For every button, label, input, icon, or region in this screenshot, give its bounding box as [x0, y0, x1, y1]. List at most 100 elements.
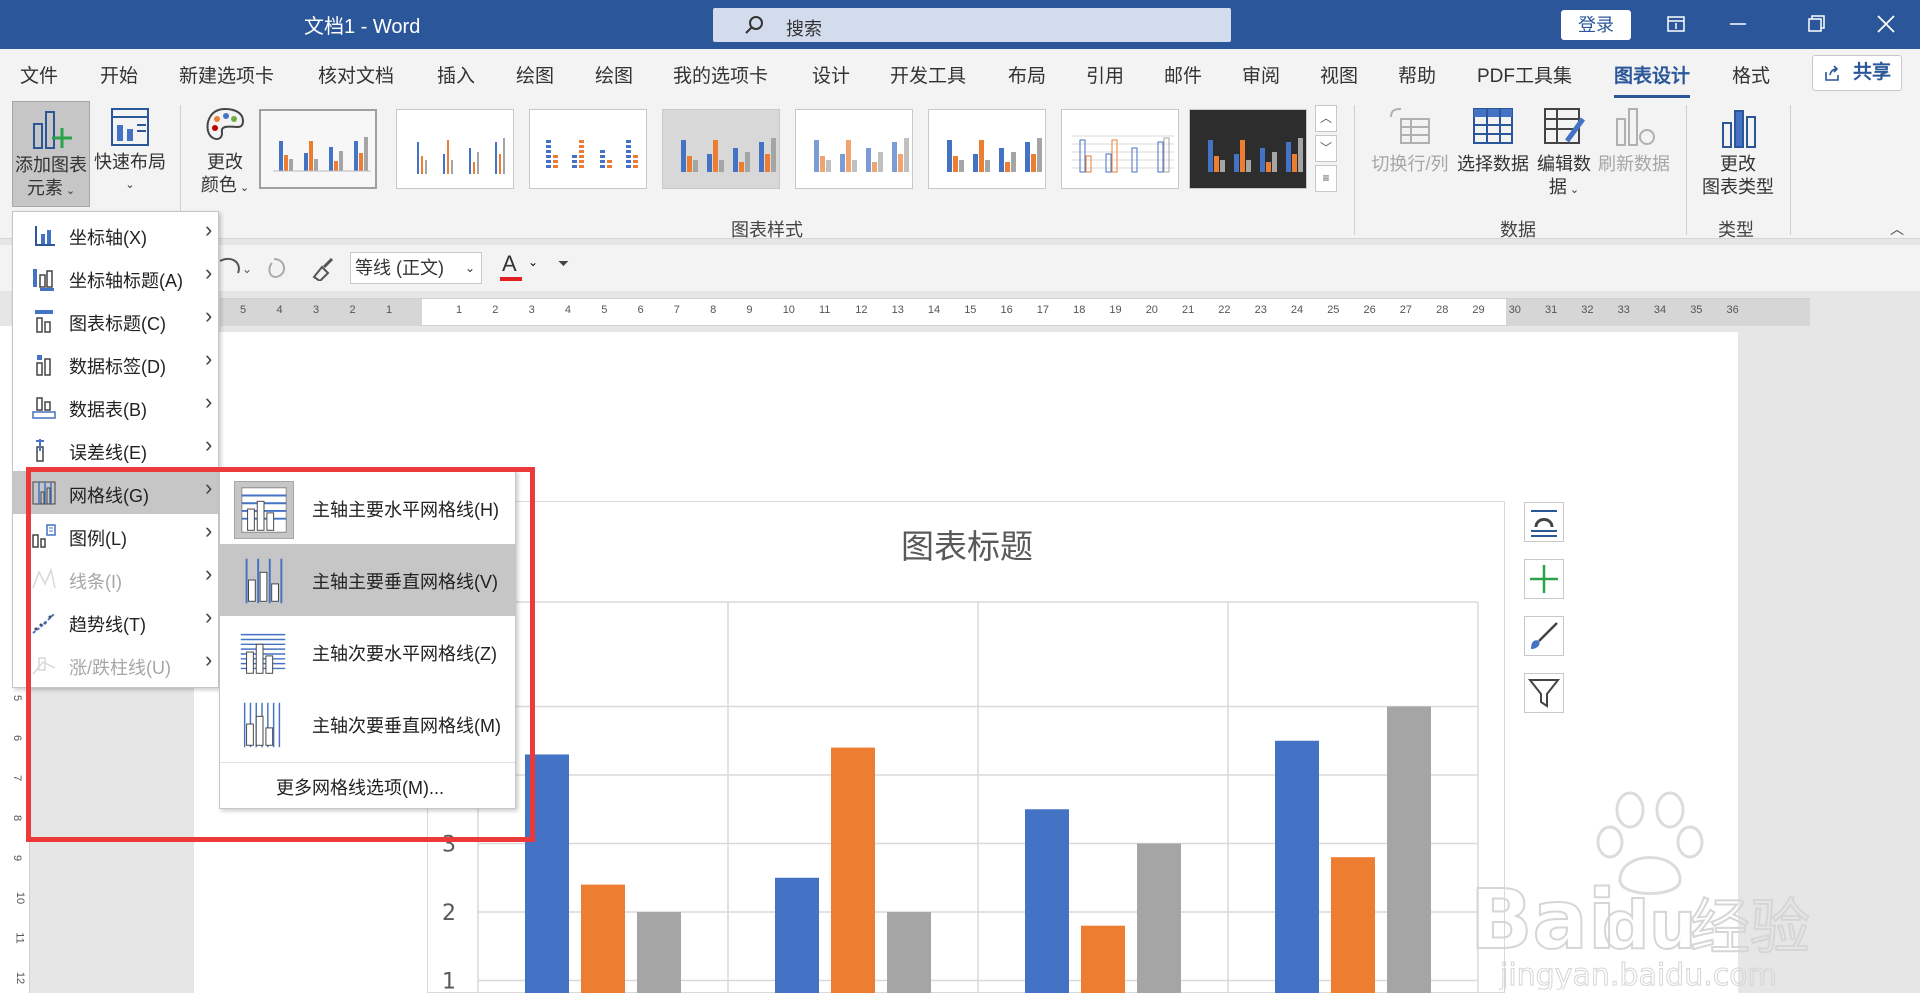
- tab-my-tab[interactable]: 我的选项卡: [673, 61, 768, 88]
- share-label: 共享: [1852, 62, 1891, 83]
- chart-bar[interactable]: [887, 912, 931, 993]
- tab-developer[interactable]: 开发工具: [890, 61, 966, 88]
- chart-bar[interactable]: [831, 747, 875, 993]
- tab-references[interactable]: 引用: [1086, 61, 1124, 88]
- close-icon[interactable]: [1868, 8, 1904, 40]
- ribbon-separator: [1686, 105, 1687, 235]
- y-axis-tick-label: 1: [442, 970, 456, 993]
- add-chart-element-button[interactable]: 添加图表 元素 ⌄: [12, 101, 90, 207]
- format-painter-icon[interactable]: [308, 255, 336, 281]
- menu-item-chart-title[interactable]: 图表标题(C) ›: [13, 299, 218, 342]
- tab-draw-2[interactable]: 绘图: [595, 61, 633, 88]
- ribbon-display-options-icon[interactable]: [1658, 8, 1694, 40]
- chart-style-5[interactable]: [795, 109, 913, 189]
- layout-options-button[interactable]: [1524, 502, 1564, 542]
- minimize-icon[interactable]: [1720, 8, 1756, 40]
- menu-item-label: 图表标题(C): [69, 314, 166, 334]
- tab-file[interactable]: 文件: [20, 61, 58, 88]
- ruler-tick: 21: [1182, 304, 1195, 316]
- collapse-ribbon-icon[interactable]: ︿: [1890, 219, 1904, 239]
- share-button[interactable]: 共享: [1812, 55, 1902, 91]
- tab-insert[interactable]: 插入: [437, 61, 475, 88]
- chart-styles-button[interactable]: [1524, 616, 1564, 656]
- chart-bar[interactable]: [1331, 857, 1375, 993]
- menu-item-data-labels[interactable]: 数据标签(D) ›: [13, 342, 218, 385]
- chart-bar[interactable]: [775, 877, 819, 993]
- ruler-tick: 32: [1581, 304, 1594, 316]
- chart-style-7[interactable]: [1061, 109, 1179, 189]
- change-chart-type-button[interactable]: 更改 图表类型: [1698, 105, 1778, 199]
- gallery-scroll-up-icon[interactable]: ︿: [1315, 105, 1337, 132]
- select-data-button[interactable]: 选择数据: [1455, 105, 1531, 176]
- font-name-select[interactable]: 等线 (正文) ⌄: [350, 252, 482, 284]
- chart-title[interactable]: 图表标题: [901, 527, 1033, 566]
- menu-item-error-bars[interactable]: 误差线(E) ›: [13, 428, 218, 471]
- change-colors-label-1: 更改: [207, 152, 243, 172]
- menu-item-axis-title[interactable]: 坐标轴标题(A) ›: [13, 256, 218, 299]
- ruler-tick: 19: [1109, 304, 1122, 316]
- refresh-data-label: 刷新数据: [1598, 154, 1670, 174]
- tab-design[interactable]: 设计: [812, 61, 850, 88]
- search-box[interactable]: 搜索: [713, 8, 1231, 42]
- tab-view[interactable]: 视图: [1320, 61, 1358, 88]
- chart-filters-button[interactable]: [1524, 673, 1564, 713]
- chart-elements-button[interactable]: [1524, 559, 1564, 599]
- chart-style-2[interactable]: [396, 109, 514, 189]
- chart-style-8[interactable]: [1189, 109, 1307, 189]
- tab-mailings[interactable]: 邮件: [1164, 61, 1202, 88]
- chart-bar[interactable]: [1081, 925, 1125, 993]
- ruler-tick: 20: [1145, 304, 1158, 316]
- tab-format[interactable]: 格式: [1732, 61, 1770, 88]
- tab-review-doc[interactable]: 核对文档: [318, 61, 394, 88]
- ruler-tick: 30: [1508, 304, 1521, 316]
- redo-icon[interactable]: [264, 255, 292, 281]
- chart-style-4[interactable]: [662, 109, 780, 189]
- chart-bar[interactable]: [1387, 706, 1431, 993]
- tab-draw[interactable]: 绘图: [516, 61, 554, 88]
- chart-style-1[interactable]: [259, 109, 377, 189]
- gallery-more-icon[interactable]: ≡: [1315, 165, 1337, 192]
- tab-new-tab[interactable]: 新建选项卡: [179, 61, 274, 88]
- tab-chart-design[interactable]: 图表设计: [1614, 61, 1691, 98]
- change-chart-type-label-2: 图表类型: [1702, 177, 1774, 197]
- chart-bar[interactable]: [637, 912, 681, 993]
- ruler-tick: 10: [782, 304, 795, 316]
- chart-bar[interactable]: [1025, 809, 1069, 993]
- tab-home[interactable]: 开始: [100, 61, 138, 88]
- tab-help[interactable]: 帮助: [1398, 61, 1436, 88]
- menu-item-axis[interactable]: 坐标轴(X) ›: [13, 213, 218, 256]
- chart-bar[interactable]: [1275, 740, 1319, 993]
- customize-qat-icon[interactable]: ⏷: [558, 255, 569, 272]
- tab-review[interactable]: 审阅: [1242, 61, 1280, 88]
- chart-bar[interactable]: [581, 884, 625, 993]
- chevron-right-icon: ›: [205, 217, 213, 242]
- login-button[interactable]: 登录: [1561, 10, 1631, 40]
- gallery-scroll-down-icon[interactable]: ﹀: [1315, 135, 1337, 162]
- horizontal-ruler[interactable]: 5 4 3 2 1 1 2 3 4 5 6 7 8 9 10 11 12 13 14 15 16 17 18 19 20 21 22…: [220, 298, 1810, 326]
- ruler-tick: 4: [276, 304, 283, 316]
- change-chart-type-label-1: 更改: [1720, 154, 1756, 174]
- change-chart-type-icon: [1722, 110, 1756, 148]
- tab-layout[interactable]: 布局: [1008, 61, 1046, 88]
- font-name-value: 等线 (正文): [355, 258, 444, 278]
- edit-data-button[interactable]: 编辑数 据 ⌄: [1534, 105, 1594, 202]
- chart-object[interactable]: 图表标题 1 2 3: [427, 501, 1505, 993]
- share-icon: [1825, 65, 1839, 81]
- chart-style-3[interactable]: [529, 109, 647, 189]
- switch-row-column-button[interactable]: 切换行/列: [1368, 105, 1452, 176]
- ruler-tick: 6: [637, 304, 644, 316]
- quick-layout-icon: [111, 108, 149, 146]
- font-color-button[interactable]: A ⌄: [500, 251, 540, 283]
- tab-pdf-tools[interactable]: PDF工具集: [1477, 61, 1572, 88]
- svg-text:⌄: ⌄: [242, 262, 252, 276]
- quick-layout-button[interactable]: 快速布局 ⌄: [94, 105, 166, 197]
- refresh-data-button[interactable]: 刷新数据: [1596, 105, 1672, 176]
- chart-style-preview: [273, 137, 371, 172]
- restore-icon[interactable]: [1798, 8, 1834, 40]
- chart-style-6[interactable]: [928, 109, 1046, 189]
- chart-bar[interactable]: [1137, 843, 1181, 993]
- change-colors-button[interactable]: 更改 颜色 ⌄: [190, 105, 260, 200]
- menu-item-data-table[interactable]: 数据表(B) ›: [13, 385, 218, 428]
- data-table-icon: [32, 397, 56, 419]
- vertical-ruler-tick: 6: [11, 734, 24, 742]
